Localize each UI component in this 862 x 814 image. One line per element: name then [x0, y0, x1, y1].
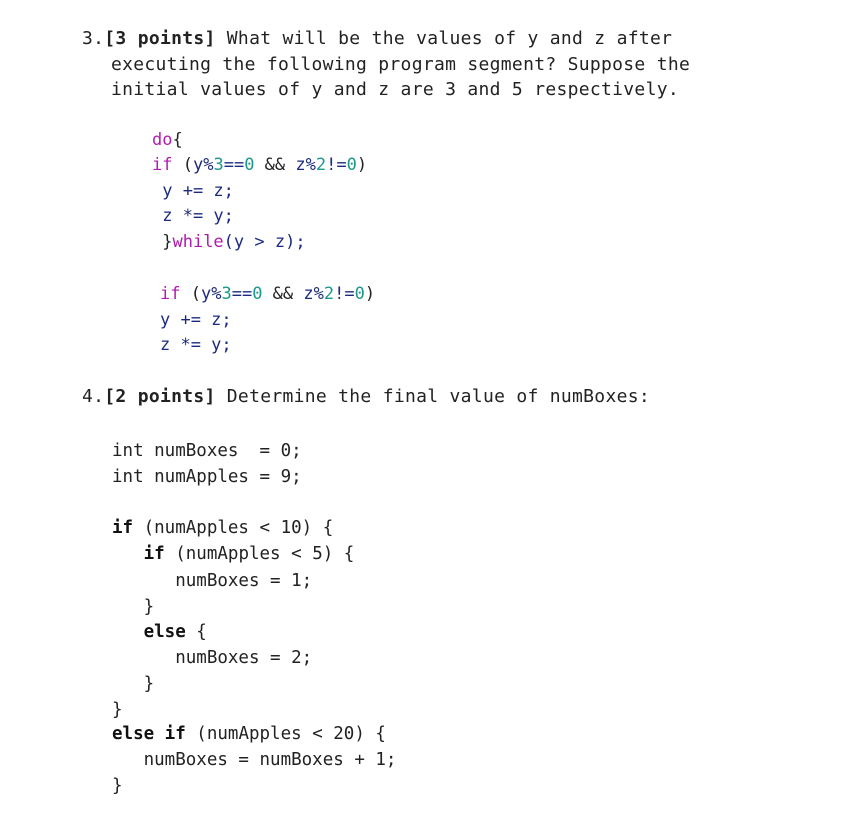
expr: y% — [192, 155, 214, 175]
code-line: else if (numApples < 20) { — [112, 724, 386, 744]
code-text: (numApples < 10) { — [133, 518, 334, 538]
keyword: if — [112, 544, 165, 564]
code-text: } — [112, 674, 155, 694]
code-text: numBoxes = 2; — [112, 648, 313, 668]
decl-numapples: int numApples = 9; — [112, 467, 302, 487]
code2-line-stmt-2: z *= y; — [160, 335, 232, 355]
code2-line-stmt-1: y += z; — [160, 310, 232, 330]
keyword: if — [112, 518, 134, 538]
keyword-do: do — [152, 130, 173, 150]
code-text: } — [112, 700, 123, 720]
code-line: if (numApples < 10) { — [112, 518, 333, 538]
question-4-line: 4.[2 points] Determine the final value o… — [82, 386, 650, 407]
code-text: } — [112, 776, 123, 796]
keyword-while: while — [172, 232, 224, 252]
decl-numboxes: int numBoxes = 0; — [112, 441, 302, 461]
code-line: } — [112, 597, 155, 617]
keyword-if: if — [160, 284, 181, 304]
code-line: } — [112, 776, 123, 796]
code-text: { — [185, 622, 207, 642]
paren: ) — [364, 284, 376, 304]
operator: == — [231, 284, 253, 304]
expr: z% — [295, 155, 316, 175]
code-line: numBoxes = numBoxes + 1; — [112, 750, 397, 770]
code-line-stmt-2: z *= y; — [152, 206, 234, 226]
number: 2 — [323, 284, 335, 304]
code-line: numBoxes = 1; — [112, 571, 312, 591]
code-line: if (numApples < 5) { — [112, 544, 355, 564]
number: 0 — [252, 284, 263, 304]
operator: && — [262, 284, 304, 304]
question-3-line-1: 3.[3 points] What will be the values of … — [82, 28, 672, 49]
paren: ) — [356, 155, 368, 175]
code-line: } — [112, 674, 155, 694]
keyword-if: if — [152, 155, 173, 175]
brace: { — [172, 130, 183, 150]
number: 3 — [213, 155, 224, 175]
code-line: numBoxes = 2; — [112, 648, 312, 668]
code-line: } — [112, 700, 123, 720]
keyword: else if — [112, 724, 186, 744]
question-3-text: What will be the values of y and z after — [215, 28, 673, 49]
question-3-number: 3. — [82, 28, 105, 49]
code2-line-if: if (y%3==0 && z%2!=0) — [160, 284, 375, 304]
paren: ( — [172, 155, 193, 175]
code-line-while: }while(y > z); — [152, 232, 306, 252]
operator: != — [334, 284, 355, 304]
question-4-points: [2 points] — [104, 386, 216, 407]
code-line-if: if (y%3==0 && z%2!=0) — [152, 155, 367, 175]
number: 0 — [244, 155, 255, 175]
number: 0 — [354, 284, 365, 304]
code-line-do: do{ — [152, 130, 183, 150]
question-4-text: Determine the final value of numBoxes: — [215, 386, 650, 407]
code-text: numBoxes = 1; — [112, 571, 313, 591]
paren: ( — [180, 284, 201, 304]
code-line-stmt-1: y += z; — [152, 181, 234, 201]
operator: != — [326, 155, 347, 175]
question-4-number: 4. — [82, 386, 105, 407]
expr: z% — [303, 284, 324, 304]
code-text: (numApples < 20) { — [185, 724, 386, 744]
number: 3 — [221, 284, 232, 304]
while-condition: (y > z); — [223, 232, 306, 252]
brace: } — [152, 232, 173, 252]
expr: y% — [200, 284, 222, 304]
code-line: else { — [112, 622, 207, 642]
question-3-points: [3 points] — [104, 28, 216, 49]
code-text: } — [112, 597, 155, 617]
code-text: (numApples < 5) { — [164, 544, 355, 564]
question-3-line-3: initial values of y and z are 3 and 5 re… — [111, 79, 679, 100]
number: 2 — [315, 155, 327, 175]
operator: && — [254, 155, 296, 175]
operator: == — [223, 155, 245, 175]
code-text: numBoxes = numBoxes + 1; — [112, 750, 397, 770]
question-3-line-2: executing the following program segment?… — [111, 54, 691, 75]
number: 0 — [346, 155, 357, 175]
keyword: else — [112, 622, 186, 642]
